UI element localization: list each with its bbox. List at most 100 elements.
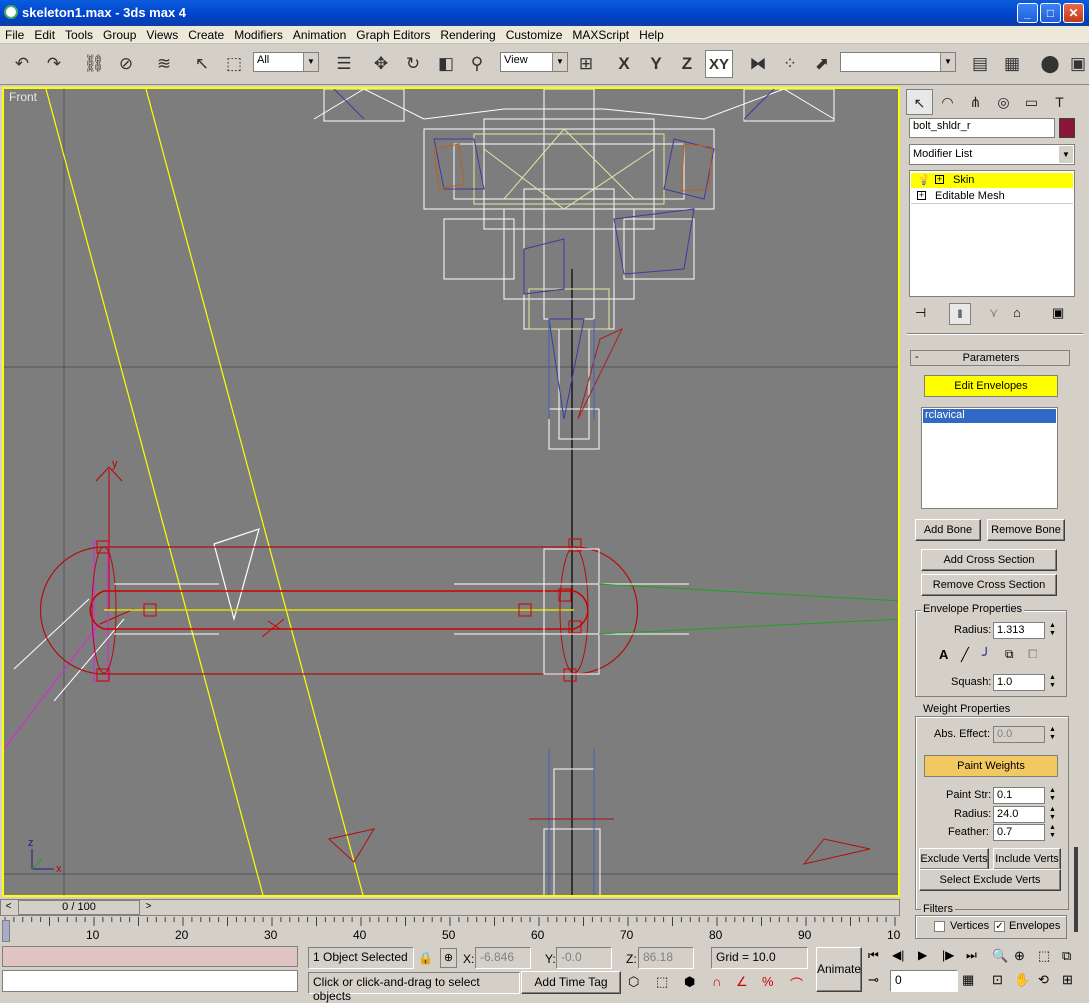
select-object-icon[interactable]: ↖ — [188, 50, 216, 78]
select-and-move-icon[interactable]: ✥ — [367, 50, 395, 78]
bone-list[interactable]: rclavical — [921, 407, 1058, 509]
reference-coordinate-dropdown[interactable]: View ▼ — [500, 52, 568, 72]
add-bone-button[interactable]: Add Bone — [915, 519, 981, 541]
degradation-override-icon[interactable]: ⬡ — [628, 974, 639, 990]
vertices-checkbox[interactable] — [934, 921, 945, 932]
expand-plus-icon[interactable]: + — [917, 191, 926, 200]
app-icon[interactable] — [4, 5, 18, 19]
window-selection-icon[interactable]: ⬢ — [684, 974, 695, 990]
zoom-icon[interactable]: 🔍 — [992, 948, 1008, 964]
current-frame-field[interactable]: 0 — [890, 970, 958, 992]
go-to-start-icon[interactable]: ⏮ — [868, 948, 879, 963]
envelope-radius-spinner[interactable]: 1.313 — [993, 622, 1045, 639]
menu-file[interactable]: File — [0, 26, 29, 42]
y-coord-field[interactable]: -0.0 — [556, 947, 612, 969]
next-frame-icon[interactable]: |▶ — [942, 948, 954, 962]
spinner-arrows-icon[interactable]: ▲ ▼ — [1047, 622, 1058, 639]
paste-envelope-icon[interactable]: ⧠ — [1028, 647, 1038, 662]
schematic-view-icon[interactable]: ▦ — [998, 50, 1026, 78]
rectangular-selection-icon[interactable]: ⬚ — [220, 50, 248, 78]
utilities-tab-icon[interactable]: T — [1046, 89, 1073, 115]
restrict-y-button[interactable]: Y — [642, 50, 670, 78]
select-and-link-icon[interactable]: ⛓ — [80, 50, 108, 78]
track-bar-frame-marker[interactable] — [2, 920, 10, 942]
spinner-arrows-icon[interactable]: ▲ ▼ — [1047, 824, 1058, 841]
mirror-icon[interactable]: ⧓ — [744, 50, 772, 78]
unlink-selection-icon[interactable]: ⊘ — [112, 50, 140, 78]
menu-help[interactable]: Help — [634, 26, 669, 42]
object-name-field[interactable]: bolt_shldr_r — [909, 118, 1055, 138]
display-tab-icon[interactable]: ▭ — [1018, 89, 1045, 115]
maxscript-listener-input[interactable] — [2, 970, 298, 992]
object-color-swatch[interactable] — [1059, 118, 1075, 138]
zoom-all-icon[interactable]: ⊕ — [1014, 948, 1025, 964]
maximize-button[interactable]: □ — [1040, 3, 1061, 23]
add-cross-section-button[interactable]: Add Cross Section — [921, 549, 1057, 571]
render-scene-icon[interactable]: ▣ — [1064, 50, 1089, 78]
create-tab-icon[interactable]: ↖ — [906, 89, 933, 115]
spinner-snap-icon[interactable]: ⌒ — [790, 974, 803, 993]
align-icon[interactable]: ⬈ — [808, 50, 836, 78]
bind-space-warp-icon[interactable]: ≋ — [150, 50, 178, 78]
time-slider-prev-icon[interactable]: < — [2, 901, 15, 914]
menu-rendering[interactable]: Rendering — [435, 26, 500, 42]
remove-bone-button[interactable]: Remove Bone — [987, 519, 1065, 541]
go-to-end-icon[interactable]: ⏭ — [966, 948, 977, 963]
maxscript-listener-output[interactable] — [2, 946, 298, 967]
menu-maxscript[interactable]: MAXScript — [567, 26, 634, 42]
play-icon[interactable]: ▶ — [918, 948, 927, 962]
paint-str-spinner[interactable]: 0.1 — [993, 787, 1045, 804]
hierarchy-tab-icon[interactable]: ⋔ — [962, 89, 989, 115]
angle-snap-icon[interactable]: ∠ — [736, 974, 748, 990]
spinner-arrows-icon[interactable]: ▲ ▼ — [1047, 726, 1058, 743]
previous-frame-icon[interactable]: ◀| — [892, 948, 904, 962]
paint-radius-spinner[interactable]: 24.0 — [993, 806, 1045, 823]
envelopes-checkbox[interactable]: ✓ — [994, 921, 1005, 932]
select-exclude-verts-button[interactable]: Select Exclude Verts — [919, 869, 1061, 891]
menu-graph-editors[interactable]: Graph Editors — [351, 26, 435, 42]
spinner-arrows-icon[interactable]: ▲ ▼ — [1047, 787, 1058, 804]
time-slider-next-icon[interactable]: > — [142, 901, 155, 914]
z-coord-field[interactable]: 86.18 — [638, 947, 694, 969]
absolute-icon[interactable]: A — [939, 647, 948, 662]
remove-cross-section-button[interactable]: Remove Cross Section — [921, 574, 1057, 596]
show-end-result-icon[interactable]: ‖ — [949, 303, 971, 325]
select-and-manipulate-icon[interactable]: ⚲ — [463, 50, 491, 78]
menu-animation[interactable]: Animation — [288, 26, 351, 42]
stack-item-skin[interactable]: 💡 + Skin — [911, 173, 1073, 188]
snap-3d-icon[interactable]: ∩ — [712, 974, 721, 989]
array-icon[interactable]: ⁘ — [776, 50, 804, 78]
restrict-z-button[interactable]: Z — [673, 50, 701, 78]
x-coord-field[interactable]: -6.846 — [475, 947, 531, 969]
close-button[interactable]: ✕ — [1063, 3, 1084, 23]
configure-modifier-sets-icon[interactable]: ▣ — [1052, 305, 1064, 321]
light-bulb-icon[interactable]: 💡 — [917, 173, 931, 186]
exclude-verts-button[interactable]: Exclude Verts — [919, 848, 989, 870]
parameters-rollout-header[interactable]: - Parameters — [910, 350, 1070, 366]
restrict-x-button[interactable]: X — [610, 50, 638, 78]
spinner-arrows-icon[interactable]: ▲ ▼ — [1047, 806, 1058, 823]
undo-icon[interactable]: ↶ — [8, 50, 36, 78]
menu-create[interactable]: Create — [183, 26, 229, 42]
min-max-toggle-icon[interactable]: ⊞ — [1062, 972, 1073, 988]
select-by-name-icon[interactable]: ☰ — [330, 50, 358, 78]
bone-list-item-rclavical[interactable]: rclavical — [923, 409, 1056, 423]
zoom-extents-icon[interactable]: ⬚ — [1038, 948, 1050, 964]
stack-item-editable-mesh[interactable]: + Editable Mesh — [911, 189, 1073, 204]
track-view-icon[interactable]: ▤ — [966, 50, 994, 78]
copy-envelope-icon[interactable]: ⧉ — [1005, 647, 1014, 662]
paint-weights-button[interactable]: Paint Weights — [924, 755, 1058, 777]
pan-icon[interactable]: ✋ — [1014, 972, 1030, 988]
selection-filter-dropdown[interactable]: All ▼ — [253, 52, 319, 72]
crossing-selection-icon[interactable]: ⬚ — [656, 974, 668, 990]
front-viewport[interactable]: y z x Front — [2, 87, 900, 897]
region-zoom-icon[interactable]: ⊡ — [992, 972, 1003, 988]
edit-envelopes-button[interactable]: Edit Envelopes — [924, 375, 1058, 397]
lock-selection-icon[interactable]: 🔒 — [418, 951, 433, 965]
abs-effect-spinner[interactable]: 0.0 — [993, 726, 1045, 743]
modify-tab-icon[interactable]: ◠ — [934, 89, 961, 115]
time-slider[interactable]: < 0 / 100 > — [0, 899, 900, 917]
time-configuration-icon[interactable]: ▦ — [962, 972, 974, 988]
time-slider-thumb[interactable]: 0 / 100 — [18, 900, 140, 915]
restrict-xy-button[interactable]: XY — [705, 50, 733, 78]
